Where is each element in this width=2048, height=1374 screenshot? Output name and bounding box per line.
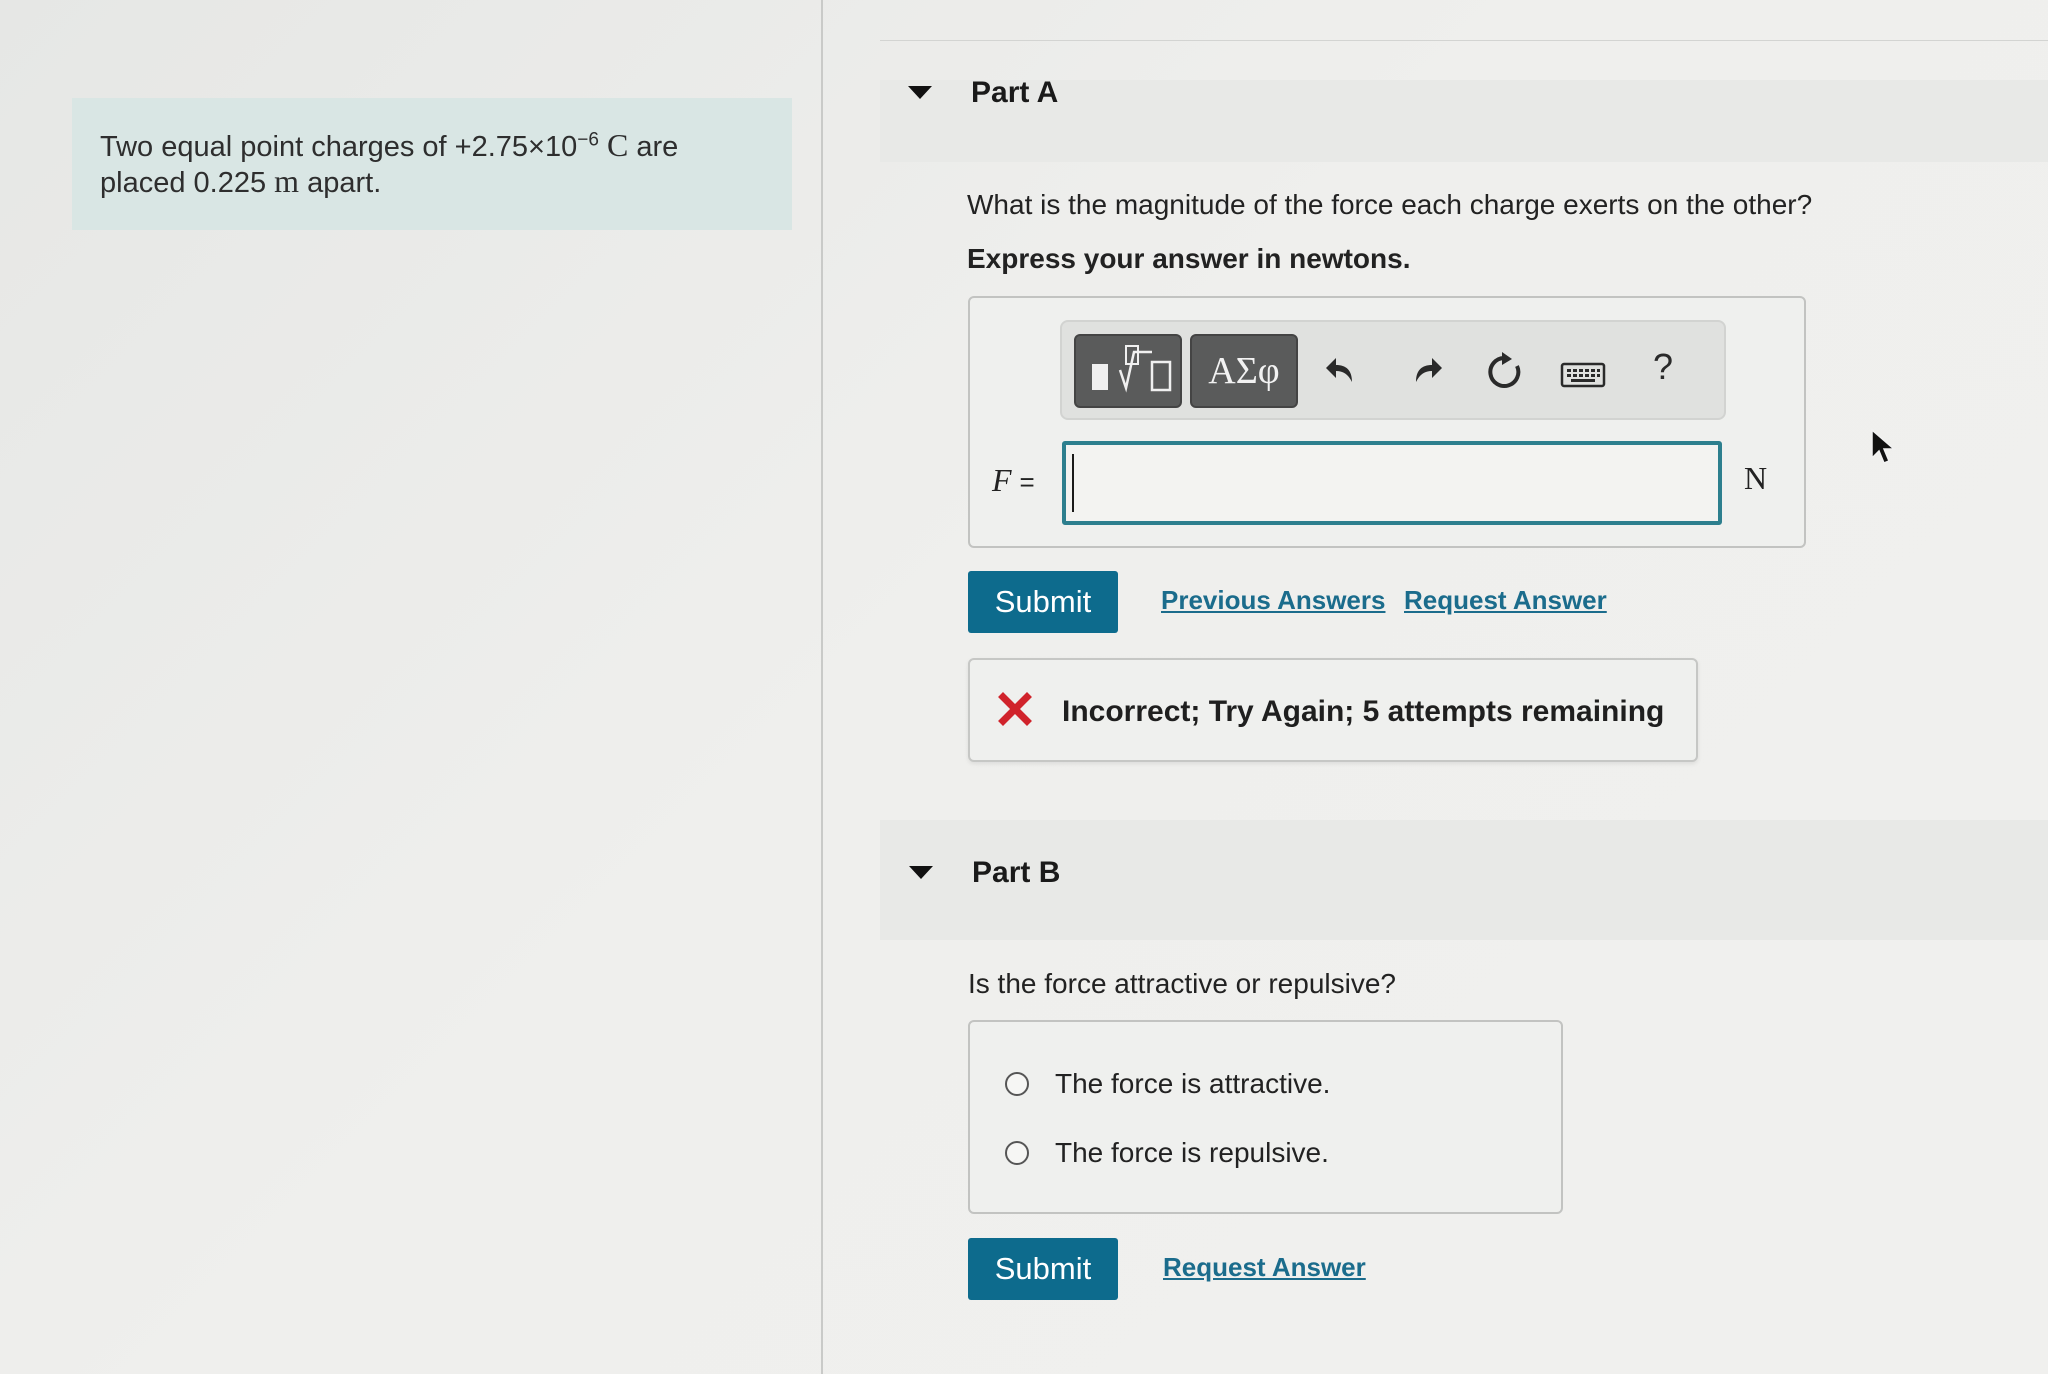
collapse-caret-icon[interactable] (909, 866, 933, 879)
templates-button[interactable] (1074, 334, 1182, 408)
problem-exponent: −6 (577, 129, 599, 151)
radio-repulsive[interactable] (1005, 1141, 1029, 1165)
templates-icon (1092, 345, 1172, 393)
help-icon[interactable]: ? (1648, 346, 1678, 388)
choice-repulsive-label[interactable]: The force is repulsive. (1055, 1137, 1329, 1169)
variable-symbol: F (992, 462, 1012, 498)
part-a-submit-button[interactable]: Submit (968, 571, 1118, 633)
charge-unit: C (606, 127, 629, 163)
previous-answers-link[interactable]: Previous Answers (1161, 585, 1385, 616)
undo-icon[interactable] (1322, 350, 1362, 390)
problem-text-mid: are (628, 131, 679, 163)
part-a-title: Part A (971, 76, 1059, 109)
part-a-request-answer-link[interactable]: Request Answer (1404, 585, 1607, 616)
answer-input[interactable] (1062, 441, 1722, 525)
part-a-instruction: Express your answer in newtons. (967, 243, 1411, 274)
answer-unit: N (1744, 460, 1768, 496)
problem-text: Two equal point charges of +2.75×10 (100, 131, 578, 163)
panel-divider (821, 0, 823, 1374)
choices-panel (968, 1020, 1563, 1214)
distance-unit: m (274, 163, 300, 199)
keyboard-icon[interactable] (1560, 360, 1606, 390)
problem-statement: Two equal point charges of +2.75×10−6 C … (72, 98, 792, 230)
radio-attractive[interactable] (1005, 1072, 1029, 1096)
reset-icon[interactable] (1482, 350, 1526, 394)
part-a-question: What is the magnitude of the force each … (967, 189, 1813, 220)
problem-text-line2: placed 0.225 (100, 167, 275, 199)
section-divider (880, 40, 2048, 41)
collapse-caret-icon[interactable] (908, 86, 932, 99)
choice-attractive-label[interactable]: The force is attractive. (1055, 1068, 1330, 1100)
greek-symbols-button[interactable]: ΑΣφ (1190, 334, 1298, 408)
feedback-message: Incorrect; Try Again; 5 attempts remaini… (1062, 695, 1665, 728)
redo-icon[interactable] (1406, 350, 1446, 390)
problem-text-end: apart. (299, 167, 382, 199)
mouse-pointer-icon (1871, 428, 1896, 464)
equals-sign: = (1019, 467, 1035, 497)
part-b-title: Part B (972, 856, 1061, 889)
part-b-submit-button[interactable]: Submit (968, 1238, 1118, 1300)
part-b-request-answer-link[interactable]: Request Answer (1163, 1252, 1366, 1283)
text-cursor (1072, 454, 1074, 512)
incorrect-icon (998, 692, 1032, 726)
answer-variable-label: F = (992, 462, 1035, 499)
part-b-question: Is the force attractive or repulsive? (968, 968, 1396, 999)
